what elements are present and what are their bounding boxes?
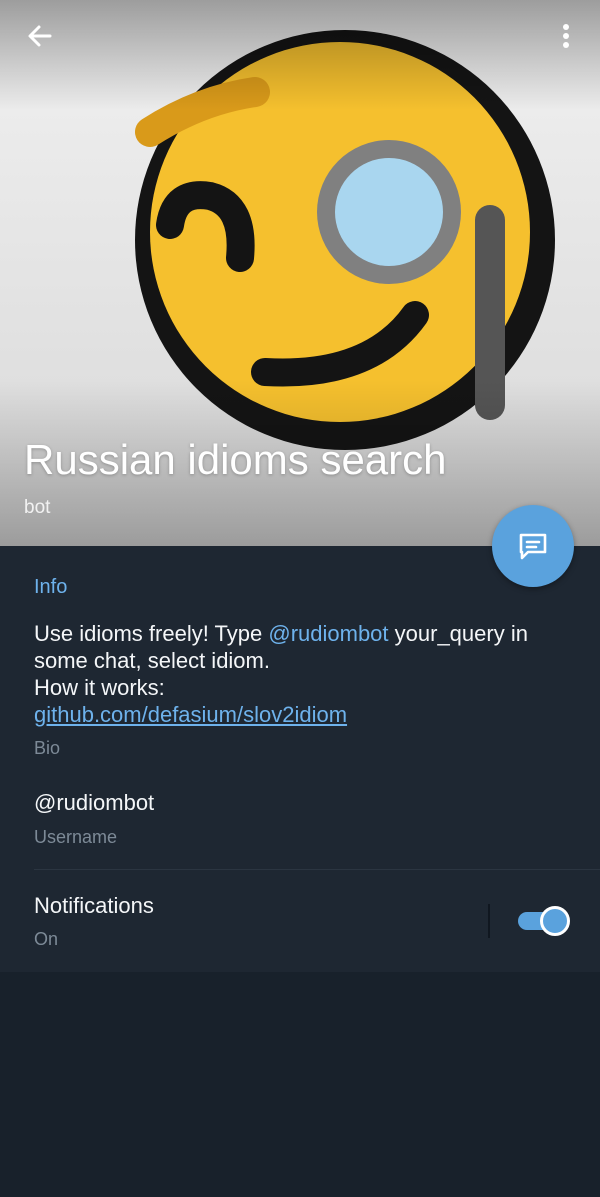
notifications-status: On xyxy=(34,929,59,949)
username-caption: Username xyxy=(34,827,118,847)
more-vertical-icon xyxy=(563,24,569,48)
bio-caption: Bio xyxy=(34,738,61,758)
toggle-separator xyxy=(488,904,490,938)
send-message-button[interactable] xyxy=(492,505,574,587)
info-section-title: Info xyxy=(34,576,68,598)
empty-area xyxy=(0,972,600,1197)
notifications-label[interactable]: Notifications xyxy=(34,893,154,919)
notifications-toggle[interactable] xyxy=(518,906,570,936)
arrow-left-icon xyxy=(28,25,52,47)
github-link[interactable]: github.com/defasium/slov2idiom xyxy=(34,702,347,727)
profile-name: Russian idioms search xyxy=(24,436,447,483)
toggle-knob xyxy=(540,906,570,936)
bio-text-part: How it works: xyxy=(34,675,165,700)
info-section: Info Use idioms freely! Type @rudiombot … xyxy=(0,546,600,972)
divider xyxy=(34,869,600,870)
back-button[interactable] xyxy=(18,16,62,56)
message-icon xyxy=(519,533,547,560)
username-value[interactable]: @rudiombot xyxy=(34,790,154,816)
bio-text: Use idioms freely! Type @rudiombot your_… xyxy=(34,620,574,728)
more-options-button[interactable] xyxy=(548,16,584,56)
profile-header: Russian idioms search bot xyxy=(0,0,600,546)
bot-mention-link[interactable]: @rudiombot xyxy=(268,621,388,646)
profile-status: bot xyxy=(24,497,51,518)
bio-text-part: Use idioms freely! Type xyxy=(34,621,269,646)
header-top-shade xyxy=(0,0,600,110)
